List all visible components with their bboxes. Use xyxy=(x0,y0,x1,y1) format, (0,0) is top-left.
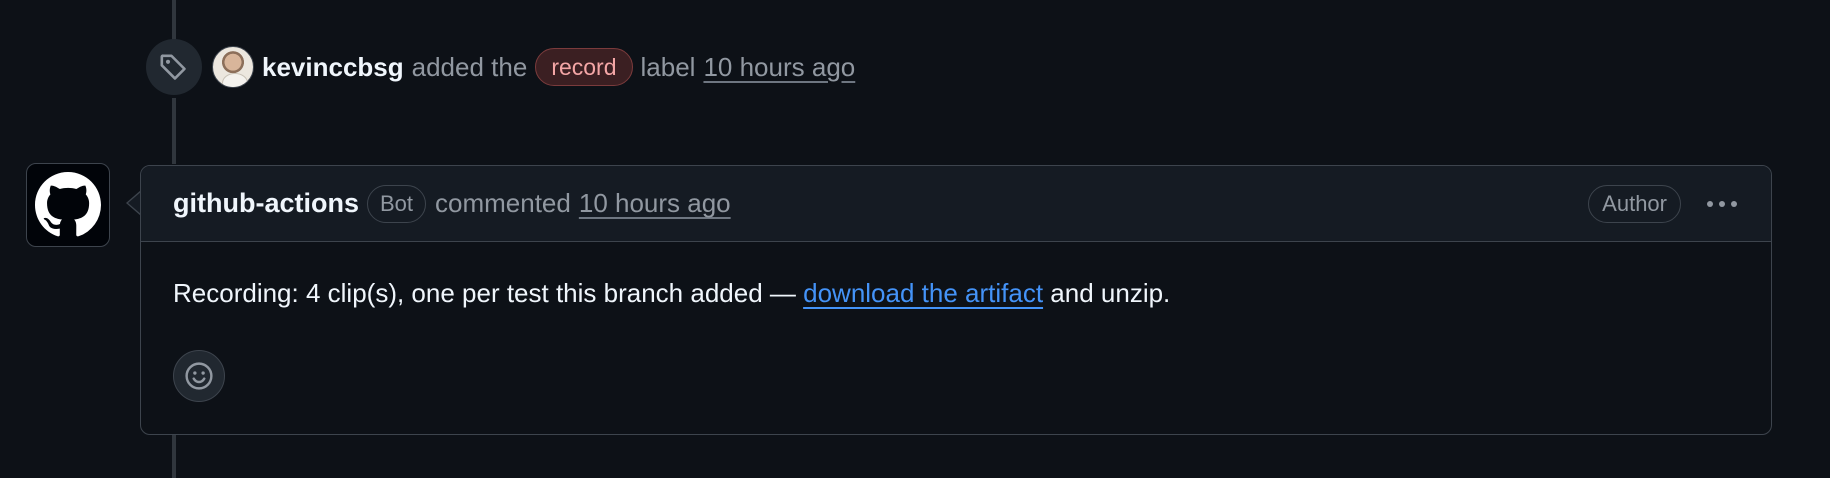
user-link[interactable]: kevinccbsg xyxy=(262,52,404,83)
comment-author-link[interactable]: github-actions xyxy=(173,188,359,219)
github-logo-icon xyxy=(35,172,101,237)
author-badge: Author xyxy=(1588,184,1681,223)
tag-icon xyxy=(146,39,202,95)
timeline-line xyxy=(172,98,176,164)
kebab-horizontal-icon[interactable] xyxy=(1705,195,1739,213)
comment-action-text: commented xyxy=(435,188,571,218)
timeline-line xyxy=(172,434,176,478)
github-actions-avatar[interactable] xyxy=(26,163,110,247)
event-timestamp[interactable]: 10 hours ago xyxy=(703,52,855,83)
event-action-text: added the xyxy=(411,51,528,82)
bot-badge: Bot xyxy=(366,184,427,223)
comment-header: github-actions Bot commented 10 hours ag… xyxy=(141,166,1771,242)
label-event: kevinccbsg added the record label 10 hou… xyxy=(146,39,855,95)
smiley-icon xyxy=(185,362,213,390)
label-record[interactable]: record xyxy=(535,48,633,86)
comment-body-suffix: and unzip. xyxy=(1050,278,1171,308)
avatar[interactable] xyxy=(212,46,254,88)
comment-body-prefix: Recording: 4 clip(s), one per test this … xyxy=(173,278,796,308)
comment-body: Recording: 4 clip(s), one per test this … xyxy=(141,242,1771,309)
download-artifact-link[interactable]: download the artifact xyxy=(803,278,1043,308)
add-reaction-button[interactable] xyxy=(173,350,225,402)
issue-timeline: kevinccbsg added the record label 10 hou… xyxy=(0,0,1830,478)
comment-box: github-actions Bot commented 10 hours ag… xyxy=(140,165,1772,435)
comment-timestamp[interactable]: 10 hours ago xyxy=(579,188,731,219)
event-label-suffix: label xyxy=(640,51,696,82)
